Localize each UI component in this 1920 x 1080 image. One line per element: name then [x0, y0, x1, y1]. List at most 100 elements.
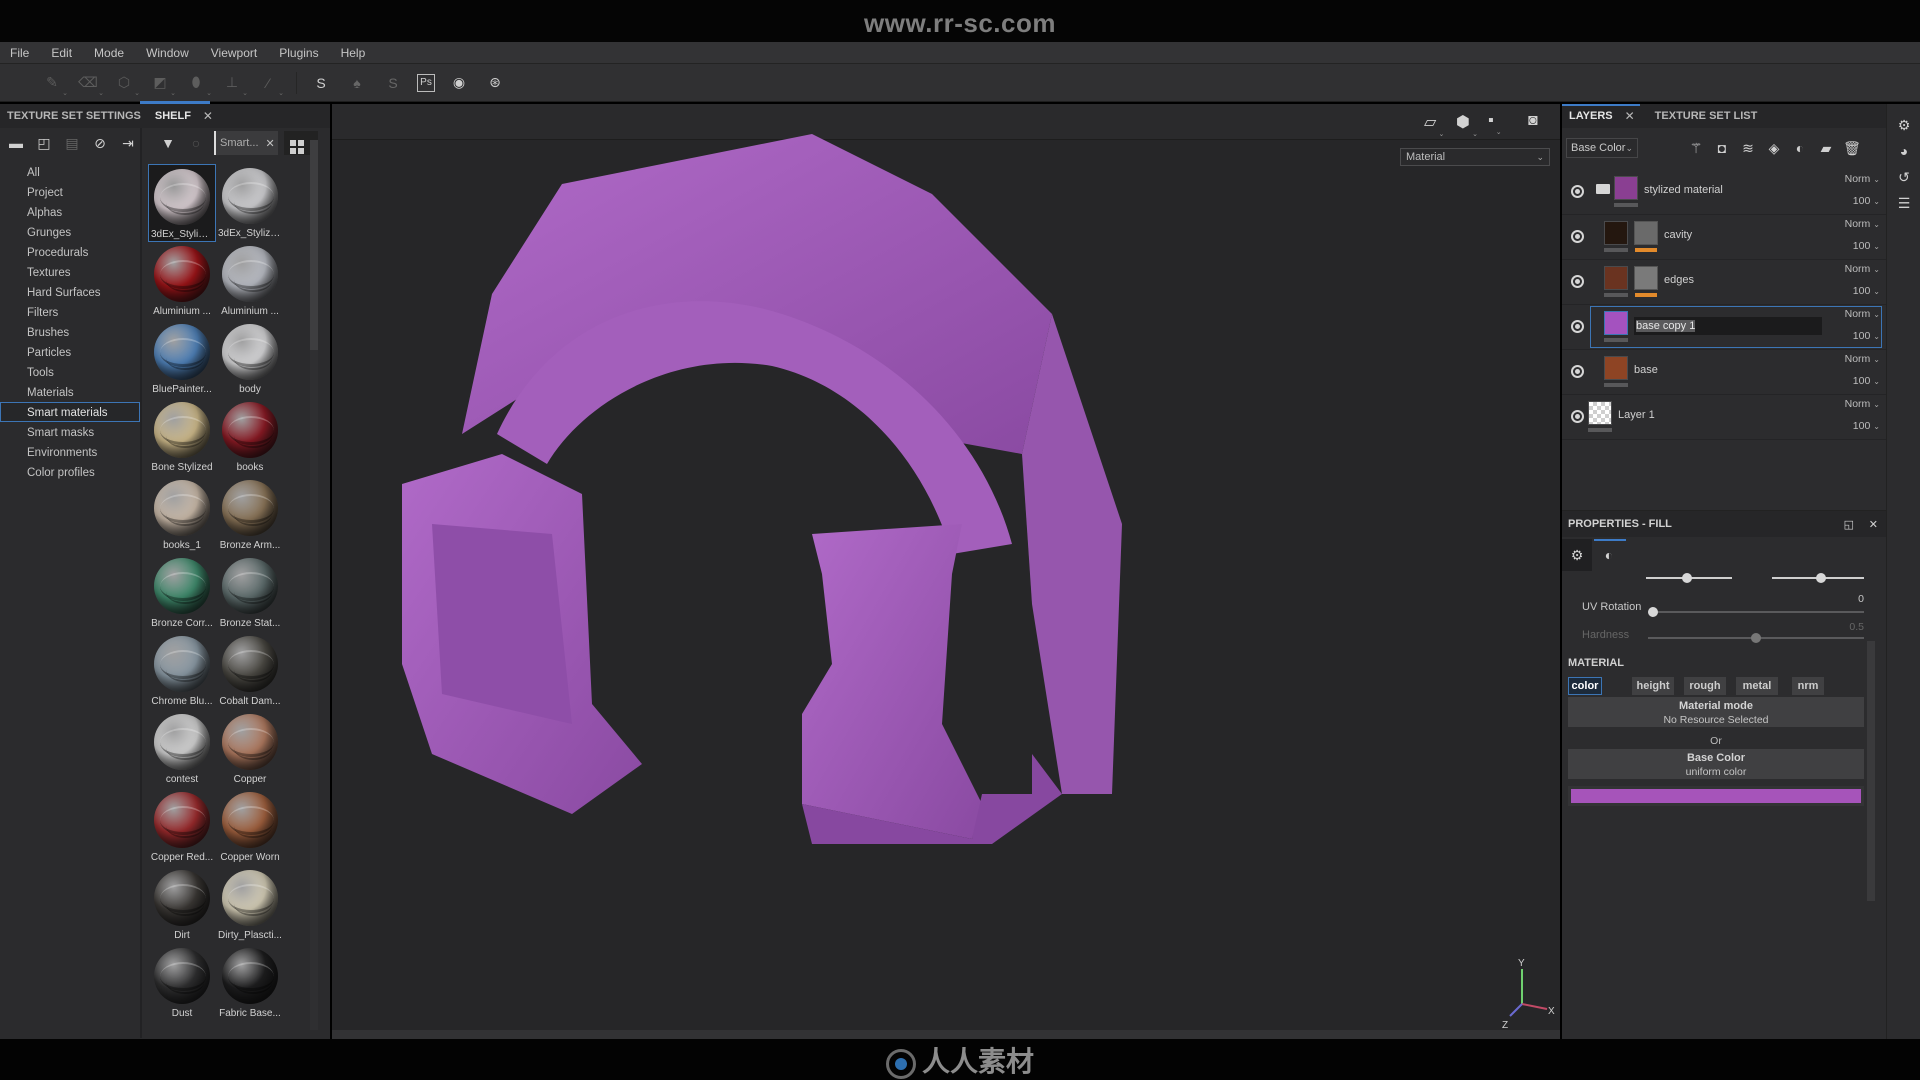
layer-name[interactable]: Layer 1	[1618, 409, 1655, 421]
shelf-category-smart-materials[interactable]: Smart materials	[0, 402, 140, 422]
shelf-category-materials[interactable]: Materials	[0, 382, 140, 402]
substance-source-icon[interactable]: S	[381, 71, 405, 95]
base-color-swatch[interactable]	[1568, 786, 1864, 806]
slider-partial[interactable]	[1646, 573, 1732, 583]
blend-mode-select[interactable]: Norm ⌄	[1845, 308, 1880, 320]
close-icon[interactable]: ✕	[266, 137, 275, 150]
visibility-toggle-icon[interactable]	[1571, 410, 1584, 423]
shelf-category-grunges[interactable]: Grunges	[0, 222, 140, 242]
channel-button-height[interactable]: height	[1632, 677, 1674, 695]
menu-window[interactable]: Window	[146, 46, 189, 60]
close-icon[interactable]: ✕	[1625, 104, 1635, 128]
polygon-fill-icon[interactable]: ◩ ⌄	[148, 71, 176, 97]
opacity-select[interactable]: 100 ⌄	[1853, 375, 1880, 387]
material-mode-button[interactable]: Material mode No Resource Selected	[1568, 697, 1864, 727]
shader-settings-icon[interactable]: ◕	[1895, 142, 1913, 160]
shelf-category-environments[interactable]: Environments	[0, 442, 140, 462]
channel-select[interactable]: Base Color ⌄	[1566, 138, 1638, 158]
layer-name[interactable]: cavity	[1664, 229, 1692, 241]
shelf-material-item[interactable]: Dust	[148, 944, 216, 1022]
menu-edit[interactable]: Edit	[51, 46, 72, 60]
layer-row[interactable]: cavity Norm ⌄ 100 ⌄	[1562, 215, 1886, 260]
shelf-category-project[interactable]: Project	[0, 182, 140, 202]
paint-brush-icon[interactable]: ✎ ⌄	[40, 71, 68, 97]
blend-mode-select[interactable]: Norm ⌄	[1845, 398, 1880, 410]
slider-partial[interactable]	[1772, 573, 1864, 583]
uv-rotation-slider[interactable]	[1648, 607, 1864, 617]
menu-viewport[interactable]: Viewport	[211, 46, 257, 60]
tab-texture-set-settings[interactable]: TEXTURE SET SETTINGS	[0, 104, 148, 128]
new-resource-icon[interactable]: ◰	[32, 131, 56, 155]
slider-knob[interactable]	[1648, 607, 1658, 617]
shelf-material-item[interactable]: Bone Stylized	[148, 398, 216, 476]
visibility-toggle-icon[interactable]	[1571, 320, 1584, 333]
tab-layers[interactable]: LAYERS ✕	[1562, 104, 1642, 128]
grid-view-icon[interactable]	[290, 140, 304, 154]
layer-row[interactable]: base Norm ⌄ 100 ⌄	[1562, 350, 1886, 395]
visibility-toggle-icon[interactable]	[1571, 230, 1584, 243]
shelf-material-item[interactable]: Chrome Blu...	[148, 632, 216, 710]
add-folder-icon[interactable]: ▰	[1816, 138, 1836, 158]
layer-name-input[interactable]: base copy 1	[1634, 317, 1822, 335]
properties-scrollbar[interactable]	[1867, 641, 1875, 901]
add-layer-icon[interactable]: ≋	[1738, 138, 1758, 158]
menu-file[interactable]: File	[10, 46, 29, 60]
log-icon[interactable]: ☰	[1895, 194, 1913, 212]
menu-help[interactable]: Help	[341, 46, 366, 60]
shelf-category-alphas[interactable]: Alphas	[0, 202, 140, 222]
fill-settings-icon[interactable]: ⚙	[1562, 539, 1592, 571]
shelf-material-item[interactable]: Aluminium ...	[216, 242, 284, 320]
arch-model[interactable]	[332, 104, 1560, 1039]
shelf-material-item[interactable]: 3dEx_Stylize...	[216, 164, 284, 242]
iray-render-icon[interactable]: ◉	[447, 71, 471, 95]
import-icon[interactable]: ⇥	[116, 131, 140, 155]
photoshop-export-icon[interactable]: Ps	[417, 73, 435, 92]
projection-icon[interactable]: ⬡ ⌄	[112, 71, 140, 97]
menu-mode[interactable]: Mode	[94, 46, 124, 60]
slider-knob[interactable]	[1816, 573, 1826, 583]
channel-button-color[interactable]: color	[1568, 677, 1602, 695]
opacity-select[interactable]: 100 ⌄	[1853, 420, 1880, 432]
3d-viewport[interactable]: ▱ ⌄ ⬢ ⌄ ▪ ⌄ ◙ Material ⌄ Y X Z	[332, 104, 1560, 1039]
layer-row[interactable]: edges Norm ⌄ 100 ⌄	[1562, 260, 1886, 305]
shelf-category-particles[interactable]: Particles	[0, 342, 140, 362]
bell-icon[interactable]: ♠	[345, 71, 369, 95]
shelf-material-item[interactable]: Copper	[216, 710, 284, 788]
eraser-icon[interactable]: ⌫ ⌄	[76, 71, 104, 97]
clone-stamp-icon[interactable]: ⊥ ⌄	[220, 71, 248, 97]
close-icon[interactable]: ✕	[203, 104, 213, 128]
shelf-category-tools[interactable]: Tools	[0, 362, 140, 382]
visibility-toggle-icon[interactable]	[1571, 275, 1584, 288]
shelf-material-item[interactable]: Copper Red...	[148, 788, 216, 866]
hardness-value[interactable]: 0.5	[1824, 621, 1864, 633]
tab-shelf[interactable]: SHELF ✕	[148, 104, 220, 128]
shelf-category-smart-masks[interactable]: Smart masks	[0, 422, 140, 442]
shelf-material-item[interactable]: Copper Worn	[216, 788, 284, 866]
folder-icon[interactable]: ▬	[4, 131, 28, 155]
shelf-category-textures[interactable]: Textures	[0, 262, 140, 282]
shelf-category-all[interactable]: All	[0, 162, 140, 182]
layer-row[interactable]: stylized material Norm ⌄ 100 ⌄	[1562, 170, 1886, 215]
tab-texture-set-list[interactable]: TEXTURE SET LIST	[1648, 104, 1765, 128]
visibility-toggle-icon[interactable]	[1571, 185, 1584, 198]
opacity-select[interactable]: 100 ⌄	[1853, 195, 1880, 207]
menu-plugins[interactable]: Plugins	[279, 46, 318, 60]
uv-rotation-value[interactable]: 0	[1824, 593, 1864, 605]
settings-sync-icon[interactable]: ⊛	[483, 71, 507, 95]
channel-button-rough[interactable]: rough	[1684, 677, 1726, 695]
layer-name[interactable]: edges	[1664, 274, 1694, 286]
layer-name[interactable]: base	[1634, 364, 1658, 376]
shelf-material-item[interactable]: Bronze Arm...	[216, 476, 284, 554]
add-mask-icon[interactable]: ◐	[1790, 138, 1810, 158]
layer-row[interactable]: Layer 1 Norm ⌄ 100 ⌄	[1562, 395, 1886, 440]
substance-share-icon[interactable]: S	[309, 71, 333, 95]
mask-thumbnail[interactable]	[1634, 221, 1658, 245]
float-panel-icon[interactable]: ◱	[1844, 518, 1854, 531]
shelf-category-brushes[interactable]: Brushes	[0, 322, 140, 342]
shelf-material-item[interactable]: body	[216, 320, 284, 398]
hardness-slider[interactable]	[1648, 633, 1864, 643]
shelf-material-item[interactable]: Bronze Stat...	[216, 554, 284, 632]
shelf-material-item[interactable]: books_1	[148, 476, 216, 554]
refresh-effect-icon[interactable]: ◘	[1712, 138, 1732, 158]
shelf-material-item[interactable]: Dirt	[148, 866, 216, 944]
